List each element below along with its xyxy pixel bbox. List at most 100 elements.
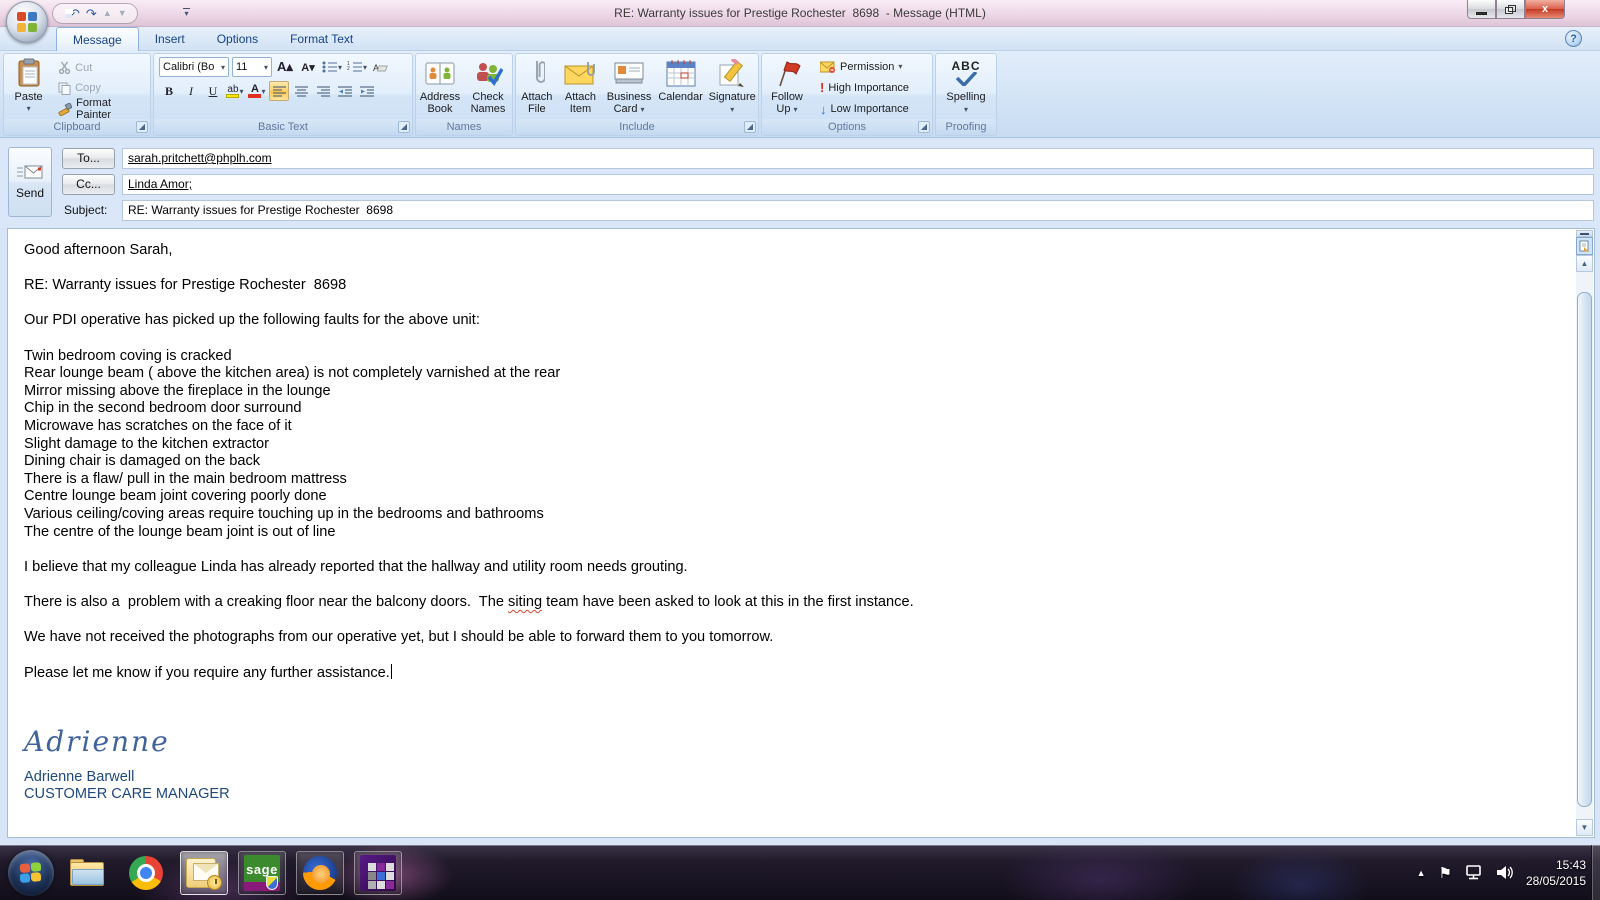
bullets-button[interactable]: ▾ <box>321 57 343 77</box>
taskbar-explorer-icon[interactable] <box>64 851 112 895</box>
clear-formatting-button[interactable]: A <box>371 57 391 77</box>
grow-font-button[interactable]: A▴ <box>275 57 295 77</box>
business-card-icon <box>613 57 645 89</box>
increase-indent-button[interactable] <box>357 81 377 101</box>
calendar-button[interactable]: Calendar <box>657 54 705 119</box>
align-left-button[interactable] <box>269 81 289 101</box>
taskbar-mosaic-app-button[interactable] <box>354 851 402 895</box>
low-importance-icon: ↓ <box>820 102 827 117</box>
business-card-button[interactable]: Business Card ▾ <box>603 54 655 119</box>
decrease-indent-icon <box>338 86 352 97</box>
mosaic-grid-icon <box>360 855 396 891</box>
font-color-button[interactable]: A ▾ <box>247 81 267 101</box>
restore-button[interactable] <box>1496 0 1525 19</box>
follow-up-button[interactable]: Follow Up ▾ <box>765 54 809 119</box>
address-book-icon <box>425 57 455 89</box>
desktop-screen: RE: Warranty issues for Prestige Rochest… <box>0 0 1600 900</box>
taskbar-sage-button[interactable]: sage <box>238 851 286 895</box>
volume-icon[interactable] <box>1496 865 1513 880</box>
tab-format-text[interactable]: Format Text <box>274 27 369 51</box>
ruler-toggle-icon[interactable] <box>1576 237 1593 255</box>
shrink-font-button[interactable]: A▾ <box>298 57 318 77</box>
redo-icon[interactable]: ↷ <box>86 7 97 20</box>
signature-script: Adrienne <box>24 725 1564 759</box>
ribbon-tab-row: Message Insert Options Format Text <box>0 27 1600 51</box>
scroll-up-button[interactable]: ▲ <box>1576 255 1593 272</box>
action-center-flag-icon[interactable]: ⚑ <box>1438 864 1451 882</box>
vertical-scrollbar[interactable]: ▲ ▼ <box>1576 230 1593 836</box>
decrease-indent-button[interactable] <box>335 81 355 101</box>
spelling-button[interactable]: ABC Spelling▾ <box>940 54 992 119</box>
clipboard-dialog-launcher-icon[interactable]: ◢ <box>136 121 148 133</box>
body-line <box>24 330 1564 348</box>
follow-up-flag-icon <box>773 57 801 89</box>
to-button[interactable]: To... <box>62 148 115 169</box>
help-button[interactable]: ? <box>1565 30 1582 47</box>
ribbon: Paste ▾ Cut Copy <box>0 51 1600 138</box>
send-button[interactable]: Send <box>8 147 52 217</box>
italic-button[interactable]: I <box>181 81 201 101</box>
signature-button[interactable]: Signature▾ <box>706 54 758 119</box>
cut-button[interactable]: Cut <box>55 58 150 78</box>
font-name-combo[interactable]: Calibri (Bo▾ <box>159 57 229 77</box>
tray-date: 28/05/2015 <box>1526 873 1586 889</box>
to-field[interactable]: sarah.pritchett@phplh.com <box>122 148 1594 169</box>
taskbar-clock[interactable]: 15:43 28/05/2015 <box>1526 857 1586 889</box>
body-line: Twin bedroom coving is cracked <box>24 348 1564 366</box>
start-button[interactable] <box>8 850 54 896</box>
low-importance-button[interactable]: ↓ Low Importance <box>817 100 912 119</box>
attach-item-button[interactable]: Attach Item <box>560 54 602 119</box>
tab-insert[interactable]: Insert <box>139 27 201 51</box>
tab-options[interactable]: Options <box>201 27 274 51</box>
taskbar-firefox-button[interactable] <box>296 851 344 895</box>
options-dialog-launcher-icon[interactable]: ◢ <box>918 121 930 133</box>
scroll-down-button[interactable]: ▼ <box>1576 819 1593 836</box>
permission-icon <box>820 61 836 73</box>
group-label-clipboard: Clipboard <box>4 119 150 135</box>
attach-file-button[interactable]: Attach File <box>516 54 558 119</box>
cc-field[interactable]: Linda Amor; <box>122 174 1594 195</box>
taskbar-chrome-icon[interactable] <box>122 851 170 895</box>
show-desktop-button[interactable] <box>1591 845 1600 900</box>
cut-icon <box>58 61 71 74</box>
underline-button[interactable]: U <box>203 81 223 101</box>
check-names-button[interactable]: Check Names <box>465 54 511 119</box>
numbering-button[interactable]: 12 ▾ <box>346 57 368 77</box>
include-dialog-launcher-icon[interactable]: ◢ <box>744 121 756 133</box>
attach-item-icon <box>564 57 596 89</box>
scroll-thumb[interactable] <box>1577 292 1592 807</box>
bold-button[interactable]: B <box>159 81 179 101</box>
split-handle[interactable] <box>1576 230 1593 237</box>
font-size-combo[interactable]: 11▾ <box>232 57 272 77</box>
taskbar-outlook-button[interactable] <box>180 851 228 895</box>
align-right-button[interactable] <box>313 81 333 101</box>
align-center-button[interactable] <box>291 81 311 101</box>
folder-icon <box>70 859 106 887</box>
previous-item-icon[interactable]: ▲ <box>103 7 112 20</box>
office-button[interactable] <box>6 1 48 43</box>
address-book-button[interactable]: Address Book <box>417 54 463 119</box>
high-importance-icon: ! <box>820 80 824 95</box>
high-importance-button[interactable]: ! High Importance <box>817 78 912 97</box>
group-label-options: Options <box>762 119 932 135</box>
tab-message[interactable]: Message <box>56 27 139 51</box>
subject-field[interactable]: RE: Warranty issues for Prestige Rochest… <box>122 200 1594 221</box>
cc-button[interactable]: Cc... <box>62 174 115 195</box>
permission-button[interactable]: Permission ▾ <box>817 57 912 76</box>
paste-button[interactable]: Paste ▾ <box>8 54 49 119</box>
minimize-button[interactable] <box>1467 0 1496 19</box>
network-icon[interactable] <box>1465 865 1483 880</box>
customize-qat-icon[interactable]: ▾ <box>183 8 190 16</box>
compose-header: Send To... sarah.pritchett@phplh.com Cc.… <box>0 139 1600 228</box>
body-line: I believe that my colleague Linda has al… <box>24 559 1564 577</box>
copy-button[interactable]: Copy <box>55 79 150 99</box>
body-line: Centre lounge beam joint covering poorly… <box>24 488 1564 506</box>
next-item-icon[interactable]: ▼ <box>118 7 127 20</box>
highlight-button[interactable]: ab ▾ <box>225 81 245 101</box>
hidden-icons-arrow-icon[interactable]: ▲ <box>1417 868 1426 878</box>
format-painter-button[interactable]: Format Painter <box>55 99 150 119</box>
message-body-editor[interactable]: Good afternoon Sarah, RE: Warranty issue… <box>7 228 1595 838</box>
close-button[interactable]: x <box>1525 0 1565 19</box>
basic-text-dialog-launcher-icon[interactable]: ◢ <box>398 121 410 133</box>
dropdown-caret-icon: ▾ <box>221 63 225 72</box>
